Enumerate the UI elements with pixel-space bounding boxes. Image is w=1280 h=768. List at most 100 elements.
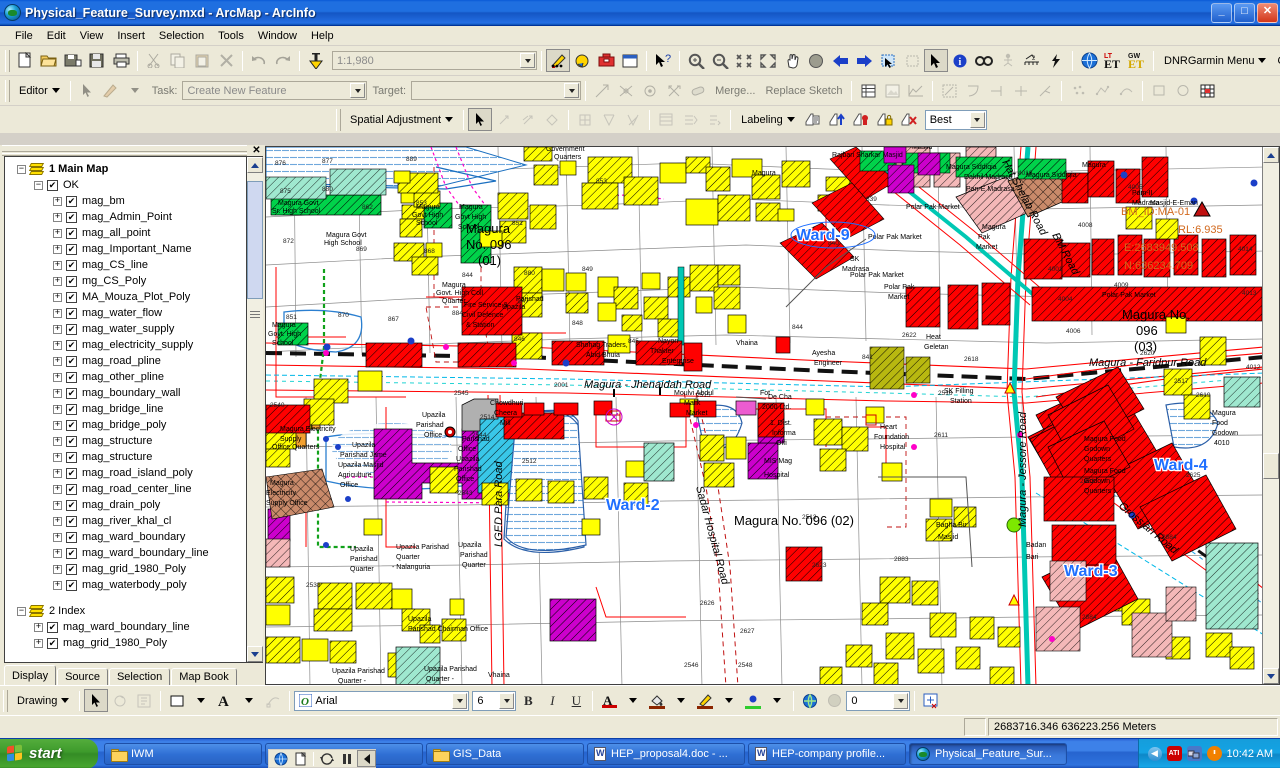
- toc-layer-row[interactable]: + mag_drain_poly: [9, 497, 246, 513]
- menu-tools[interactable]: Tools: [211, 28, 251, 44]
- intersect-tool-icon[interactable]: [614, 79, 638, 102]
- chevron-down-icon[interactable]: [893, 692, 909, 709]
- toc-layer-row[interactable]: + mag_Important_Name: [9, 241, 246, 257]
- new-map-icon[interactable]: [13, 49, 37, 72]
- layer-checkbox[interactable]: [66, 579, 77, 591]
- scrollbar-thumb[interactable]: [247, 181, 263, 299]
- label-manager-icon[interactable]: [801, 108, 825, 131]
- scroll-up-button[interactable]: [247, 157, 263, 173]
- sketch-tool-icon[interactable]: [99, 79, 123, 102]
- toolbar-grip[interactable]: [336, 108, 341, 131]
- add-data-icon[interactable]: [304, 49, 328, 72]
- new-document-icon[interactable]: [291, 750, 310, 767]
- expand-icon[interactable]: +: [53, 212, 62, 222]
- identify-icon[interactable]: i: [948, 49, 972, 72]
- font-color-icon[interactable]: A: [597, 689, 621, 712]
- map-scale-combo[interactable]: 1:1,980: [332, 51, 537, 70]
- expand-icon[interactable]: +: [53, 260, 62, 270]
- map-scroll-down-button[interactable]: [1263, 668, 1279, 684]
- expand-icon[interactable]: +: [53, 516, 62, 526]
- arc-tool-icon[interactable]: [961, 79, 985, 102]
- map-scrollbar-track[interactable]: [1263, 163, 1279, 668]
- chevron-down-icon[interactable]: [520, 53, 535, 68]
- tangent-tool-icon[interactable]: [1033, 79, 1057, 102]
- chevron-down-icon[interactable]: [452, 692, 468, 709]
- midpoint-tool-icon[interactable]: [1009, 79, 1033, 102]
- attribute-transfer-map-icon[interactable]: [702, 108, 726, 131]
- menu-insert[interactable]: Insert: [110, 28, 152, 44]
- dnrgarmin-menu-button[interactable]: DNRGarmin Menu: [1158, 53, 1272, 69]
- open-dnrg-label[interactable]: Open DNRG: [1272, 55, 1280, 67]
- map-view[interactable]: 876 877 889 875 880 862 853 872 869 868 851 870 …: [265, 146, 1280, 685]
- menu-edit[interactable]: Edit: [40, 28, 73, 44]
- toc-layer-row[interactable]: + mag_electricity_supply: [9, 337, 246, 353]
- scrollbar-track[interactable]: [247, 173, 263, 646]
- expand-icon[interactable]: +: [53, 452, 62, 462]
- edit-vertices-icon[interactable]: [261, 689, 285, 712]
- toc-layer-row[interactable]: + mag_road_island_poly: [9, 465, 246, 481]
- expand-icon[interactable]: +: [53, 388, 62, 398]
- pause-icon[interactable]: [337, 750, 356, 767]
- copy-icon[interactable]: [166, 49, 190, 72]
- expand-icon[interactable]: +: [53, 436, 62, 446]
- network-icon[interactable]: [1186, 746, 1202, 761]
- editor-menu-button[interactable]: Editor: [13, 83, 66, 99]
- toc-layer-row[interactable]: + mag_waterbody_poly: [9, 577, 246, 593]
- endpoint-tool-icon[interactable]: [985, 79, 1009, 102]
- toc-layer-row[interactable]: + mag_structure: [9, 433, 246, 449]
- whats-this-icon[interactable]: ?: [651, 49, 675, 72]
- toc-drag-grip[interactable]: [2, 145, 247, 152]
- layer-checkbox[interactable]: [66, 403, 77, 415]
- expand-icon[interactable]: +: [53, 404, 62, 414]
- find-icon[interactable]: [972, 49, 996, 72]
- toc-layer-row[interactable]: + mag_water_flow: [9, 305, 246, 321]
- expand-icon[interactable]: +: [53, 308, 62, 318]
- proportional-tool-icon[interactable]: [638, 79, 662, 102]
- toc-layer-row[interactable]: + MA_Mouza_Plot_Poly: [9, 289, 246, 305]
- layer-checkbox[interactable]: [66, 323, 77, 335]
- sa-select-elements-icon[interactable]: [468, 108, 493, 131]
- maximize-button[interactable]: □: [1234, 2, 1255, 23]
- densify-tool-icon[interactable]: [1066, 79, 1090, 102]
- fill-color-dropdown-icon[interactable]: [669, 689, 693, 712]
- toc-layer-row[interactable]: + mag_ward_boundary_line: [9, 545, 246, 561]
- taskbar-item-gis-data[interactable]: GIS_Data: [426, 742, 584, 765]
- cut-link-icon[interactable]: [621, 108, 645, 131]
- layer-checkbox[interactable]: [66, 275, 77, 287]
- layer-checkbox[interactable]: [66, 371, 77, 383]
- select-features-icon[interactable]: [876, 49, 900, 72]
- taskbar-item-iwm[interactable]: IWM: [104, 742, 262, 765]
- layer-checkbox[interactable]: [66, 243, 77, 255]
- layer-checkbox[interactable]: [66, 451, 77, 463]
- previous-extent-icon[interactable]: [357, 750, 376, 767]
- forward-extent-icon[interactable]: [852, 49, 876, 72]
- taskbar-item-physical-feature-survey[interactable]: Physical_Feature_Sur...: [909, 742, 1067, 765]
- tab-source[interactable]: Source: [57, 668, 108, 685]
- save-as-icon[interactable]: [61, 49, 85, 72]
- update-icon[interactable]: [1206, 746, 1222, 761]
- expand-icon[interactable]: +: [53, 484, 62, 494]
- select-graphic-icon[interactable]: [84, 689, 109, 712]
- fixed-zoom-out-icon[interactable]: [756, 49, 780, 72]
- paste-icon[interactable]: [190, 49, 214, 72]
- taskbar-item-hep-company-profile[interactable]: HEP-company profile...: [748, 742, 906, 765]
- adjust-table-icon[interactable]: [654, 108, 678, 131]
- cut-icon[interactable]: [142, 49, 166, 72]
- drawing-menu-button[interactable]: Drawing: [11, 693, 75, 709]
- layer-checkbox[interactable]: [47, 637, 58, 649]
- find-route-icon[interactable]: [996, 49, 1020, 72]
- rotate-tool-icon[interactable]: [662, 79, 686, 102]
- smooth-tool-icon[interactable]: [1114, 79, 1138, 102]
- minimize-button[interactable]: _: [1211, 2, 1232, 23]
- redo-icon[interactable]: [271, 49, 295, 72]
- et-lt-icon[interactable]: LT ET: [1101, 49, 1125, 72]
- label-priority-icon[interactable]: [825, 108, 849, 131]
- zoom-in-icon[interactable]: [684, 49, 708, 72]
- new-graphic-icon[interactable]: [132, 689, 156, 712]
- link-table-icon[interactable]: [597, 108, 621, 131]
- select-elements-link-icon[interactable]: [540, 108, 564, 131]
- chart-icon[interactable]: [904, 79, 928, 102]
- layer-checkbox[interactable]: [66, 547, 77, 559]
- expand-icon[interactable]: +: [53, 580, 62, 590]
- measure-icon[interactable]: 2: [1020, 49, 1044, 72]
